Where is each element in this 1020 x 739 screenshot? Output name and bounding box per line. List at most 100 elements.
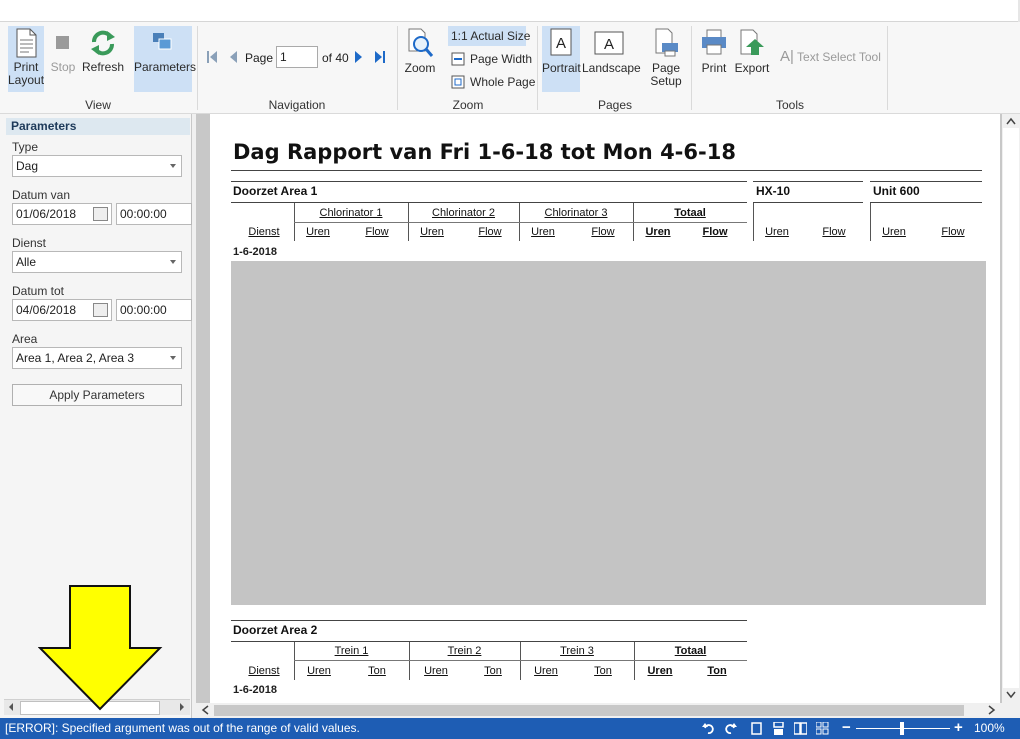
print-label: Print bbox=[701, 61, 727, 75]
column-header: Uren bbox=[420, 226, 444, 238]
dropdown-arrow-icon bbox=[170, 260, 176, 264]
continuous-view-icon[interactable] bbox=[772, 722, 785, 735]
scroll-right-icon[interactable] bbox=[988, 705, 996, 715]
report-title: Dag Rapport van Fri 1-6-18 tot Mon 4-6-1… bbox=[233, 140, 736, 164]
group-header: Trein 1 bbox=[334, 645, 369, 657]
column-divider bbox=[870, 203, 871, 241]
report-viewer[interactable]: Dag Rapport van Fri 1-6-18 tot Mon 4-6-1… bbox=[196, 114, 1002, 703]
refresh-button[interactable]: Refresh bbox=[82, 26, 124, 92]
datum-van-date-input[interactable]: 01/06/2018 bbox=[12, 203, 112, 225]
scroll-right-icon[interactable] bbox=[180, 703, 184, 711]
area-dropdown[interactable]: Area 1, Area 2, Area 3 bbox=[12, 347, 182, 369]
subheader-rule bbox=[294, 222, 747, 223]
portrait-button[interactable]: A Portrait bbox=[542, 26, 581, 92]
single-page-view-icon[interactable] bbox=[750, 722, 763, 735]
parameters-button[interactable]: Parameters bbox=[134, 26, 197, 92]
svg-text:A: A bbox=[604, 36, 614, 53]
dienst-value: Alle bbox=[16, 255, 37, 269]
parameters-label: Parameters bbox=[134, 60, 197, 74]
multi-page-view-icon[interactable] bbox=[816, 722, 829, 735]
subheader-rule bbox=[294, 660, 747, 661]
text-select-label: Text Select Tool bbox=[797, 50, 881, 64]
status-bar: [ERROR]: Specified argument was out of t… bbox=[0, 718, 1020, 739]
landscape-button[interactable]: A Landscape bbox=[582, 26, 641, 92]
whole-page-button[interactable]: Whole Page bbox=[448, 72, 535, 92]
scroll-left-icon[interactable] bbox=[9, 703, 13, 711]
zoom-out-icon[interactable]: − bbox=[842, 717, 851, 738]
loading-placeholder bbox=[231, 261, 986, 605]
navigation-group: Page 1 of 40 Navigation bbox=[198, 22, 396, 114]
column-divider bbox=[753, 203, 754, 241]
rotate-left-icon[interactable] bbox=[702, 722, 715, 735]
print-layout-button[interactable]: Print Layout bbox=[8, 26, 44, 92]
ribbon: Print Layout Stop Refresh Parameters Vie… bbox=[0, 22, 1020, 114]
section-rule bbox=[753, 202, 863, 203]
unit600-title: Unit 600 bbox=[873, 184, 920, 198]
area-label: Area bbox=[12, 332, 38, 346]
calendar-icon[interactable] bbox=[93, 207, 108, 221]
scroll-left-icon[interactable] bbox=[201, 705, 209, 715]
calendar-icon[interactable] bbox=[93, 303, 108, 317]
type-label: Type bbox=[12, 140, 39, 154]
whole-page-icon bbox=[451, 75, 465, 89]
section-rule bbox=[870, 202, 982, 203]
scrollbar-thumb[interactable] bbox=[214, 705, 964, 716]
section-rule bbox=[870, 181, 982, 182]
two-page-view-icon[interactable] bbox=[794, 722, 807, 735]
dienst-dropdown[interactable]: Alle bbox=[12, 251, 182, 273]
section-rule bbox=[753, 181, 863, 182]
column-header: Ton bbox=[594, 665, 612, 677]
zoom-in-icon[interactable]: + bbox=[954, 717, 963, 738]
export-button[interactable]: Export bbox=[734, 26, 770, 92]
page-setup-icon bbox=[655, 28, 678, 57]
hx10-title: HX-10 bbox=[756, 184, 791, 198]
zoom-slider[interactable] bbox=[856, 722, 950, 735]
print-button[interactable]: Print bbox=[696, 26, 732, 92]
column-header: Flow bbox=[478, 226, 502, 238]
column-header: Ton bbox=[707, 665, 727, 677]
scroll-down-icon[interactable] bbox=[1006, 691, 1016, 699]
column-header: Dienst bbox=[248, 665, 280, 677]
page-width-button[interactable]: Page Width bbox=[448, 49, 532, 69]
section-rule bbox=[231, 202, 747, 203]
page-setup-button[interactable]: Page Setup bbox=[646, 26, 686, 92]
section-rule bbox=[231, 641, 747, 642]
column-header: Uren bbox=[531, 226, 555, 238]
zoom-button[interactable]: Zoom bbox=[402, 26, 438, 92]
text-select-tool-button[interactable]: A| Text Select Tool bbox=[780, 49, 884, 68]
zoom-group-label: Zoom bbox=[452, 98, 484, 112]
datum-van-label: Datum van bbox=[12, 188, 71, 202]
column-header: Flow bbox=[822, 226, 846, 238]
datum-tot-time-input[interactable]: 00:00:00 bbox=[116, 299, 192, 321]
scrollbar-thumb[interactable] bbox=[1003, 128, 1019, 688]
datum-tot-date-input[interactable]: 04/06/2018 bbox=[12, 299, 112, 321]
section2-title: Doorzet Area 2 bbox=[233, 623, 318, 637]
last-page-icon[interactable] bbox=[374, 50, 386, 64]
previous-page-icon[interactable] bbox=[228, 50, 238, 64]
stop-button[interactable]: Stop bbox=[48, 26, 78, 92]
page-number-input[interactable]: 1 bbox=[276, 46, 318, 68]
stop-label: Stop bbox=[50, 60, 76, 74]
group-header: Totaal bbox=[674, 645, 707, 657]
parameters-header: Parameters bbox=[6, 118, 190, 135]
viewer-vertical-scrollbar[interactable] bbox=[1002, 114, 1020, 703]
row-date: 1-6-2018 bbox=[233, 246, 278, 258]
column-header: Flow bbox=[365, 226, 389, 238]
parameters-icon bbox=[153, 33, 172, 50]
datum-van-time-input[interactable]: 00:00:00 bbox=[116, 203, 192, 225]
zoom-slider-thumb[interactable] bbox=[900, 722, 904, 735]
column-header: Uren bbox=[765, 226, 789, 238]
column-header: Uren bbox=[647, 665, 673, 677]
group-header: Totaal bbox=[674, 207, 706, 219]
actual-size-button[interactable]: 1:1 Actual Size bbox=[448, 26, 530, 46]
scroll-up-icon[interactable] bbox=[1006, 117, 1016, 125]
next-page-icon[interactable] bbox=[354, 50, 364, 64]
type-dropdown[interactable]: Dag bbox=[12, 155, 182, 177]
rotate-right-icon[interactable] bbox=[724, 722, 737, 735]
print-layout-label-2: Layout bbox=[8, 73, 45, 87]
actual-size-label: 1:1 Actual Size bbox=[451, 29, 531, 43]
first-page-icon[interactable] bbox=[206, 50, 218, 64]
viewer-horizontal-scrollbar[interactable] bbox=[196, 703, 1002, 718]
apply-parameters-button[interactable]: Apply Parameters bbox=[12, 384, 182, 406]
group-header: Chlorinator 3 bbox=[544, 207, 608, 219]
